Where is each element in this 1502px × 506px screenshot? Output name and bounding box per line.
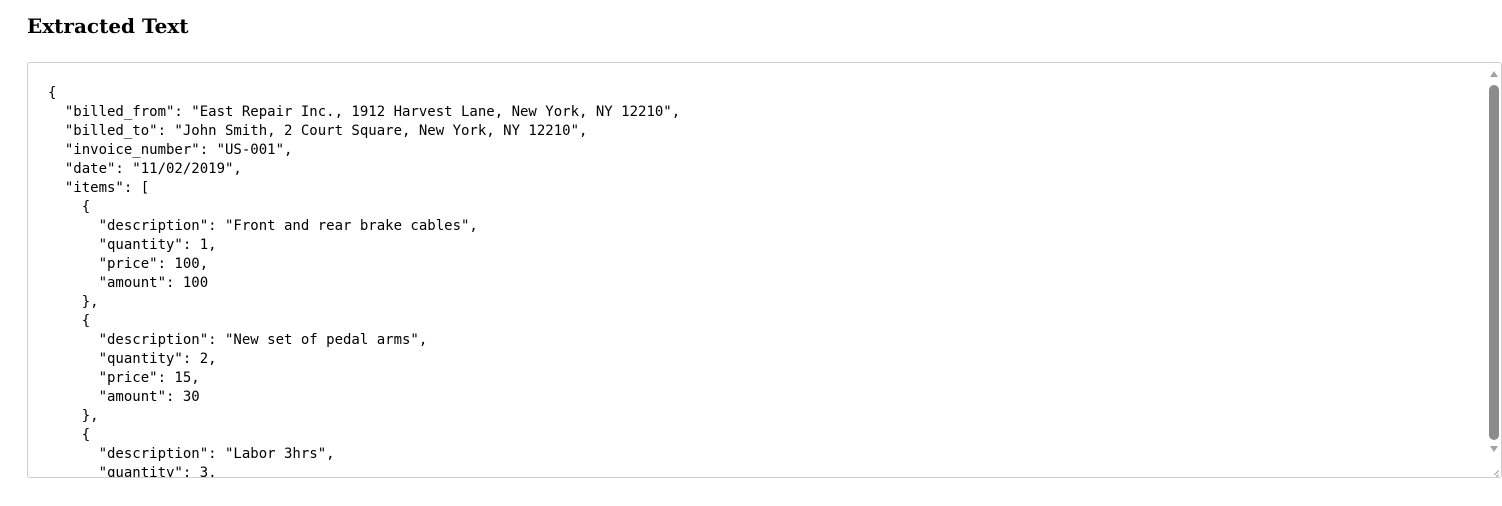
scroll-up-arrow-icon[interactable] <box>1490 71 1498 77</box>
scrollbar-thumb[interactable] <box>1489 85 1499 440</box>
vertical-scrollbar[interactable] <box>1487 63 1501 477</box>
scroll-down-arrow-icon[interactable] <box>1490 446 1498 452</box>
extracted-text-area[interactable]: { "billed_from": "East Repair Inc., 1912… <box>27 62 1502 478</box>
extracted-text-content[interactable]: { "billed_from": "East Repair Inc., 1912… <box>48 84 680 477</box>
page-title: Extracted Text <box>27 14 189 38</box>
resize-grip-icon[interactable] <box>1489 465 1499 475</box>
